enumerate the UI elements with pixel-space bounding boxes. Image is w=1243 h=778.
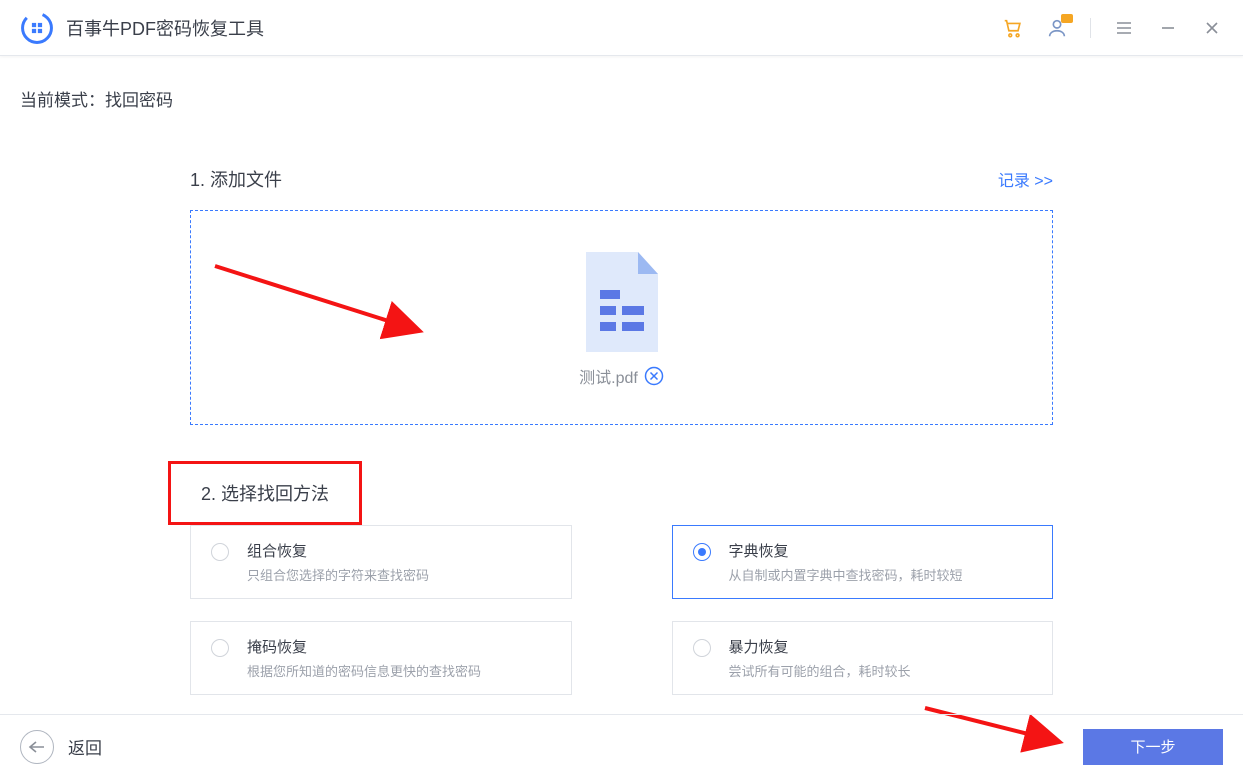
next-button[interactable]: 下一步 — [1083, 729, 1223, 765]
file-name: 测试.pdf — [579, 364, 638, 388]
method-mask[interactable]: 掩码恢复 根据您所知道的密码信息更快的查找密码 — [190, 621, 572, 695]
method-title: 组合恢复 — [247, 540, 429, 561]
method-desc: 从自制或内置字典中查找密码，耗时较短 — [729, 565, 963, 584]
step2-title-highlight: 2. 选择找回方法 — [168, 461, 362, 525]
back-button[interactable]: 返回 — [20, 730, 102, 764]
mode-line: 当前模式：找回密码 — [20, 86, 1223, 111]
logo-wrap: 百事牛PDF密码恢复工具 — [20, 11, 264, 45]
close-icon[interactable] — [1201, 17, 1223, 39]
step1-header: 1. 添加文件 记录 >> — [190, 166, 1053, 192]
cart-icon[interactable] — [1002, 17, 1024, 39]
user-icon[interactable] — [1046, 17, 1068, 39]
method-title: 字典恢复 — [729, 540, 963, 561]
methods-grid: 组合恢复 只组合您选择的字符来查找密码 字典恢复 从自制或内置字典中查找密码，耗… — [190, 525, 1053, 695]
radio-icon — [211, 543, 229, 561]
minimize-icon[interactable] — [1157, 17, 1179, 39]
step1-title: 1. 添加文件 — [190, 166, 282, 192]
mode-label: 当前模式： — [20, 91, 105, 110]
section-wrapper: 1. 添加文件 记录 >> 测试.pdf — [20, 166, 1223, 695]
bottombar: 返回 下一步 — [0, 714, 1243, 778]
method-combination[interactable]: 组合恢复 只组合您选择的字符来查找密码 — [190, 525, 572, 599]
app-title: 百事牛PDF密码恢复工具 — [66, 15, 264, 41]
menu-icon[interactable] — [1113, 17, 1135, 39]
content: 当前模式：找回密码 1. 添加文件 记录 >> 测试.pdf — [0, 56, 1243, 695]
titlebar-divider — [1090, 18, 1091, 38]
file-icon-area: 测试.pdf — [578, 248, 666, 388]
titlebar: 百事牛PDF密码恢复工具 — [0, 0, 1243, 56]
back-arrow-icon — [20, 730, 54, 764]
radio-icon — [693, 543, 711, 561]
method-bruteforce[interactable]: 暴力恢复 尝试所有可能的组合，耗时较长 — [672, 621, 1054, 695]
file-drop-zone[interactable]: 测试.pdf — [190, 210, 1053, 425]
method-desc: 根据您所知道的密码信息更快的查找密码 — [247, 661, 481, 680]
next-label: 下一步 — [1130, 736, 1175, 757]
step2-title: 2. 选择找回方法 — [201, 484, 329, 504]
method-desc: 只组合您选择的字符来查找密码 — [247, 565, 429, 584]
radio-icon — [211, 639, 229, 657]
file-label-row: 测试.pdf — [579, 364, 664, 388]
app-logo-icon — [20, 11, 54, 45]
back-label: 返回 — [68, 734, 102, 759]
method-title: 掩码恢复 — [247, 636, 481, 657]
mode-value: 找回密码 — [105, 91, 173, 110]
method-title: 暴力恢复 — [729, 636, 911, 657]
method-desc: 尝试所有可能的组合，耗时较长 — [729, 661, 911, 680]
records-link[interactable]: 记录 >> — [998, 167, 1053, 191]
radio-icon — [693, 639, 711, 657]
method-dictionary[interactable]: 字典恢复 从自制或内置字典中查找密码，耗时较短 — [672, 525, 1054, 599]
remove-file-icon[interactable] — [644, 366, 664, 386]
titlebar-right — [1002, 17, 1223, 39]
file-icon — [578, 248, 666, 356]
